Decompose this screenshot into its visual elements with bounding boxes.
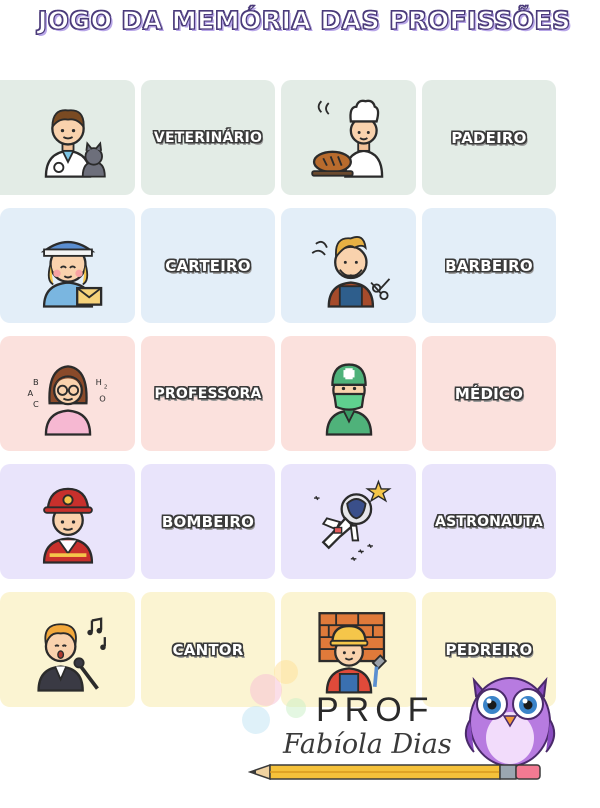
card-astronaut-word[interactable]: ASTRONAUTA bbox=[422, 464, 556, 579]
singer-icon bbox=[36, 616, 106, 692]
card-word: ASTRONAUTA bbox=[435, 513, 543, 530]
card-barber-picture[interactable] bbox=[281, 208, 416, 323]
card-astronaut-picture[interactable] bbox=[281, 464, 416, 579]
card-word: BOMBEIRO bbox=[161, 512, 255, 531]
card-doctor-picture[interactable] bbox=[281, 336, 416, 451]
card-singer-picture[interactable] bbox=[0, 592, 135, 707]
card-word: CARTEIRO bbox=[165, 256, 251, 275]
card-teacher-word[interactable]: PROFESSORA bbox=[141, 336, 275, 451]
letter-o: O bbox=[99, 393, 106, 403]
astronaut-icon bbox=[313, 479, 392, 561]
card-bricklayer-picture[interactable] bbox=[281, 592, 416, 707]
pencil-icon bbox=[248, 763, 541, 781]
card-veterinarian-picture[interactable] bbox=[0, 80, 135, 195]
doctor-icon bbox=[325, 362, 372, 436]
baker-icon bbox=[310, 99, 383, 178]
card-word: PEDREIRO bbox=[445, 640, 533, 659]
card-baker-word[interactable]: PADEIRO bbox=[422, 80, 556, 195]
veterinarian-icon bbox=[44, 108, 106, 178]
card-word: BARBEIRO bbox=[445, 256, 533, 275]
card-doctor-word[interactable]: MÉDICO bbox=[422, 336, 556, 451]
bricklayer-icon bbox=[317, 611, 387, 693]
teacher-icon: B A C H 2 O bbox=[27, 364, 107, 436]
card-mail-carrier-word[interactable]: CARTEIRO bbox=[141, 208, 275, 323]
card-veterinarian-word[interactable]: VETERINÁRIO bbox=[141, 80, 275, 195]
card-firefighter-word[interactable]: BOMBEIRO bbox=[141, 464, 275, 579]
card-word: PADEIRO bbox=[451, 128, 527, 147]
letter-c: C bbox=[33, 398, 39, 408]
barber-icon bbox=[311, 235, 390, 308]
letter-2: 2 bbox=[103, 384, 107, 390]
card-word: CANTOR bbox=[172, 640, 244, 659]
card-baker-picture[interactable] bbox=[281, 80, 416, 195]
page-title: JOGO DA MEMÓRIA DAS PROFISSÕES bbox=[37, 5, 571, 35]
card-teacher-picture[interactable]: B A C H 2 O bbox=[0, 336, 135, 451]
card-bricklayer-word[interactable]: PEDREIRO bbox=[422, 592, 556, 707]
watermark-name-text: Fabíola Dias bbox=[283, 729, 452, 760]
letter-h: H bbox=[95, 376, 101, 386]
card-word: VETERINÁRIO bbox=[153, 129, 263, 146]
card-word: MÉDICO bbox=[454, 384, 524, 403]
card-firefighter-picture[interactable] bbox=[0, 464, 135, 579]
card-mail-carrier-picture[interactable] bbox=[0, 208, 135, 323]
letter-b: B bbox=[33, 376, 39, 386]
memory-card-grid: VETERINÁRIO PADEIRO CARTEIRO BARBEIRO B … bbox=[0, 80, 560, 707]
card-barber-word[interactable]: BARBEIRO bbox=[422, 208, 556, 323]
mail-carrier-icon bbox=[40, 240, 102, 308]
letter-a: A bbox=[27, 387, 33, 397]
card-singer-word[interactable]: CANTOR bbox=[141, 592, 275, 707]
firefighter-icon bbox=[42, 487, 93, 564]
card-word: PROFESSORA bbox=[154, 385, 262, 402]
